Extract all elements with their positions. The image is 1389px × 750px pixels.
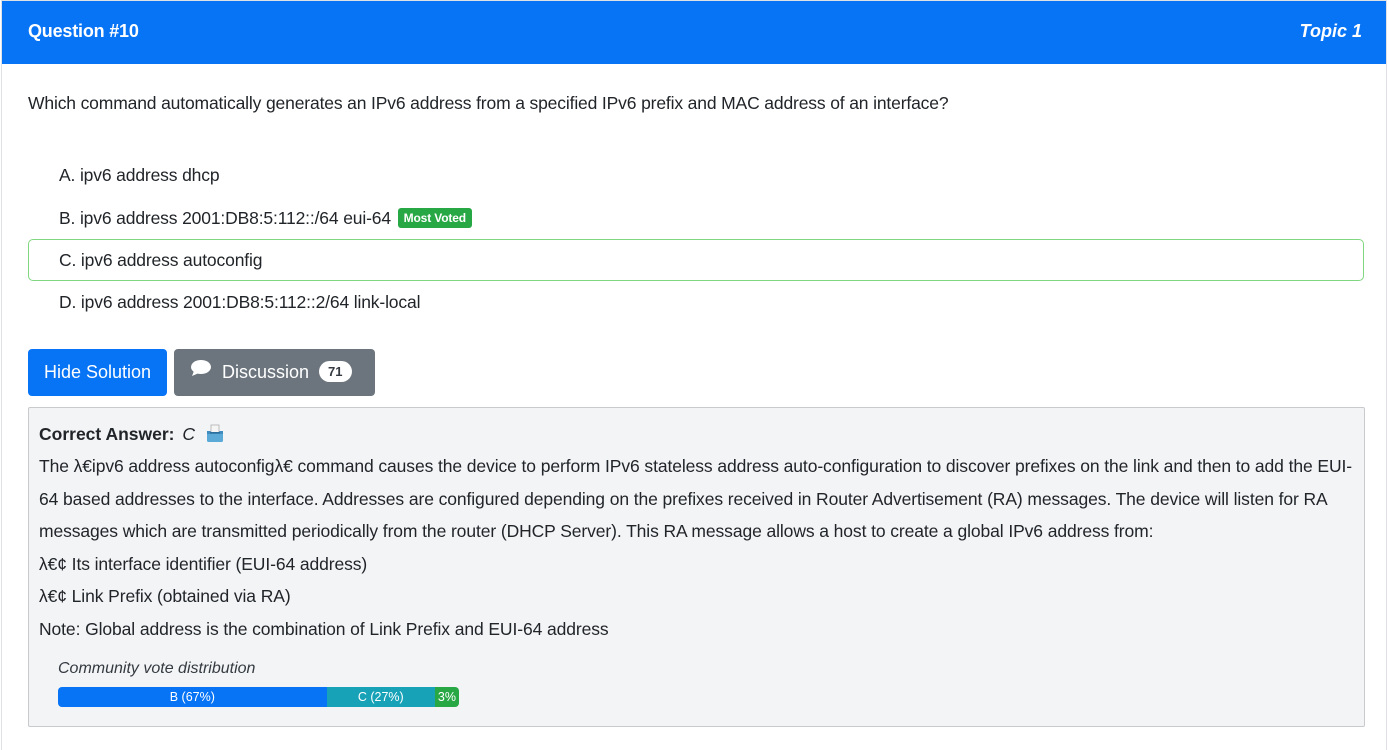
correct-answer-label: Correct Answer: (39, 424, 175, 444)
choice-b-label: B. ipv6 address 2001:DB8:5:112::/64 eui-… (59, 208, 391, 228)
choice-c-label: C. ipv6 address autoconfig (59, 250, 263, 270)
most-voted-badge: Most Voted (397, 208, 472, 228)
vote-segment-other: 3% (434, 687, 459, 707)
speech-bubble-icon (190, 348, 212, 395)
correct-answer-letter: C (182, 424, 196, 444)
vote-segment-c: C (27%) (326, 687, 435, 707)
hide-solution-button[interactable]: Hide Solution (28, 349, 167, 396)
choice-c[interactable]: C. ipv6 address autoconfig (28, 239, 1364, 281)
choice-a[interactable]: A. ipv6 address dhcp (28, 154, 1364, 196)
discussion-label: Discussion (222, 362, 310, 382)
question-number: Question #10 (28, 21, 139, 41)
explanation-bullet-1: λ€¢ Its interface identifier (EUI-64 add… (39, 553, 368, 574)
correct-answer-heading: Correct Answer: C (39, 423, 225, 448)
choice-a-label: A. ipv6 address dhcp (59, 165, 220, 185)
topic-label: Topic 1 (1299, 21, 1362, 41)
choice-b[interactable]: B. ipv6 address 2001:DB8:5:112::/64 eui-… (28, 197, 1364, 239)
vote-distribution-bar: B (67%) C (27%) 3% (58, 687, 459, 707)
discussion-button[interactable]: Discussion 71 (174, 349, 375, 396)
question-card: Question #10 Topic 1 Which command autom… (1, 0, 1387, 750)
vote-segment-b: B (67%) (58, 687, 327, 707)
question-text: Which command automatically generates an… (28, 93, 949, 113)
question-header: Question #10 Topic 1 (2, 1, 1386, 64)
answer-panel: Correct Answer: C The λ€ipv6 address aut… (28, 407, 1365, 727)
ballot-box-icon (205, 423, 225, 448)
choice-d[interactable]: D. ipv6 address 2001:DB8:5:112::2/64 lin… (28, 281, 1364, 323)
discussion-count-badge: 71 (319, 361, 352, 382)
choice-d-label: D. ipv6 address 2001:DB8:5:112::2/64 lin… (59, 292, 421, 312)
explanation-note: Note: Global address is the combination … (39, 618, 609, 639)
explanation-bullet-2: λ€¢ Link Prefix (obtained via RA) (39, 586, 291, 607)
vote-distribution-title: Community vote distribution (58, 660, 256, 677)
explanation-text: The λ€ipv6 address autoconfigλ€ command … (39, 450, 1357, 646)
explanation-paragraph: The λ€ipv6 address autoconfigλ€ command … (39, 456, 1352, 542)
